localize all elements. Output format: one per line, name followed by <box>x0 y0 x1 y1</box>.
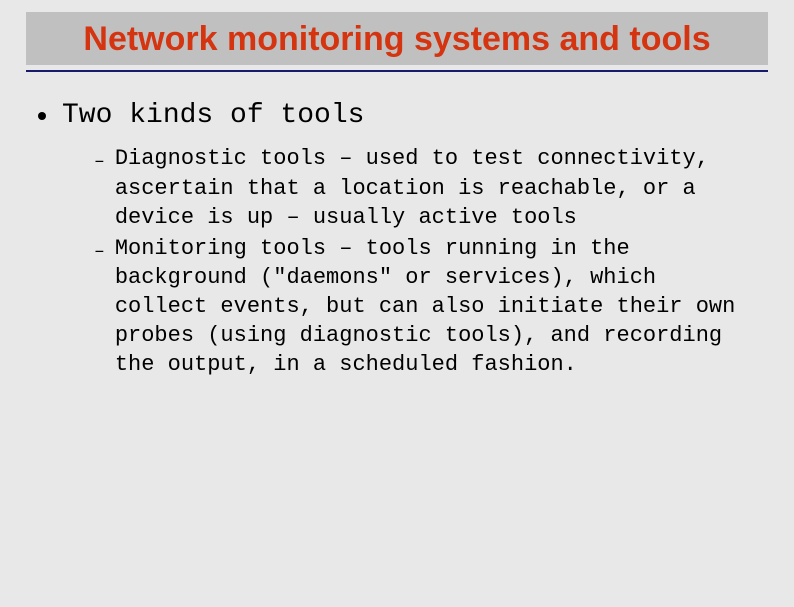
slide-title: Network monitoring systems and tools <box>36 20 758 59</box>
slide-content: Two kinds of tools – Diagnostic tools – … <box>36 98 758 379</box>
disc-bullet-icon <box>38 112 46 120</box>
bullet-level2: – Diagnostic tools – used to test connec… <box>94 144 758 231</box>
bullet-level1: Two kinds of tools <box>36 98 758 134</box>
bullet-level2: – Monitoring tools – tools running in th… <box>94 234 758 379</box>
dash-bullet-icon: – <box>94 144 105 175</box>
bullet-level2-text: Diagnostic tools – used to test connecti… <box>115 144 755 231</box>
dash-bullet-icon: – <box>94 234 105 265</box>
slide-title-bar: Network monitoring systems and tools <box>26 12 768 65</box>
bullet-level2-text: Monitoring tools – tools running in the … <box>115 234 755 379</box>
sub-bullet-list: – Diagnostic tools – used to test connec… <box>94 144 758 378</box>
title-underline <box>26 70 768 72</box>
bullet-level1-text: Two kinds of tools <box>62 98 364 134</box>
